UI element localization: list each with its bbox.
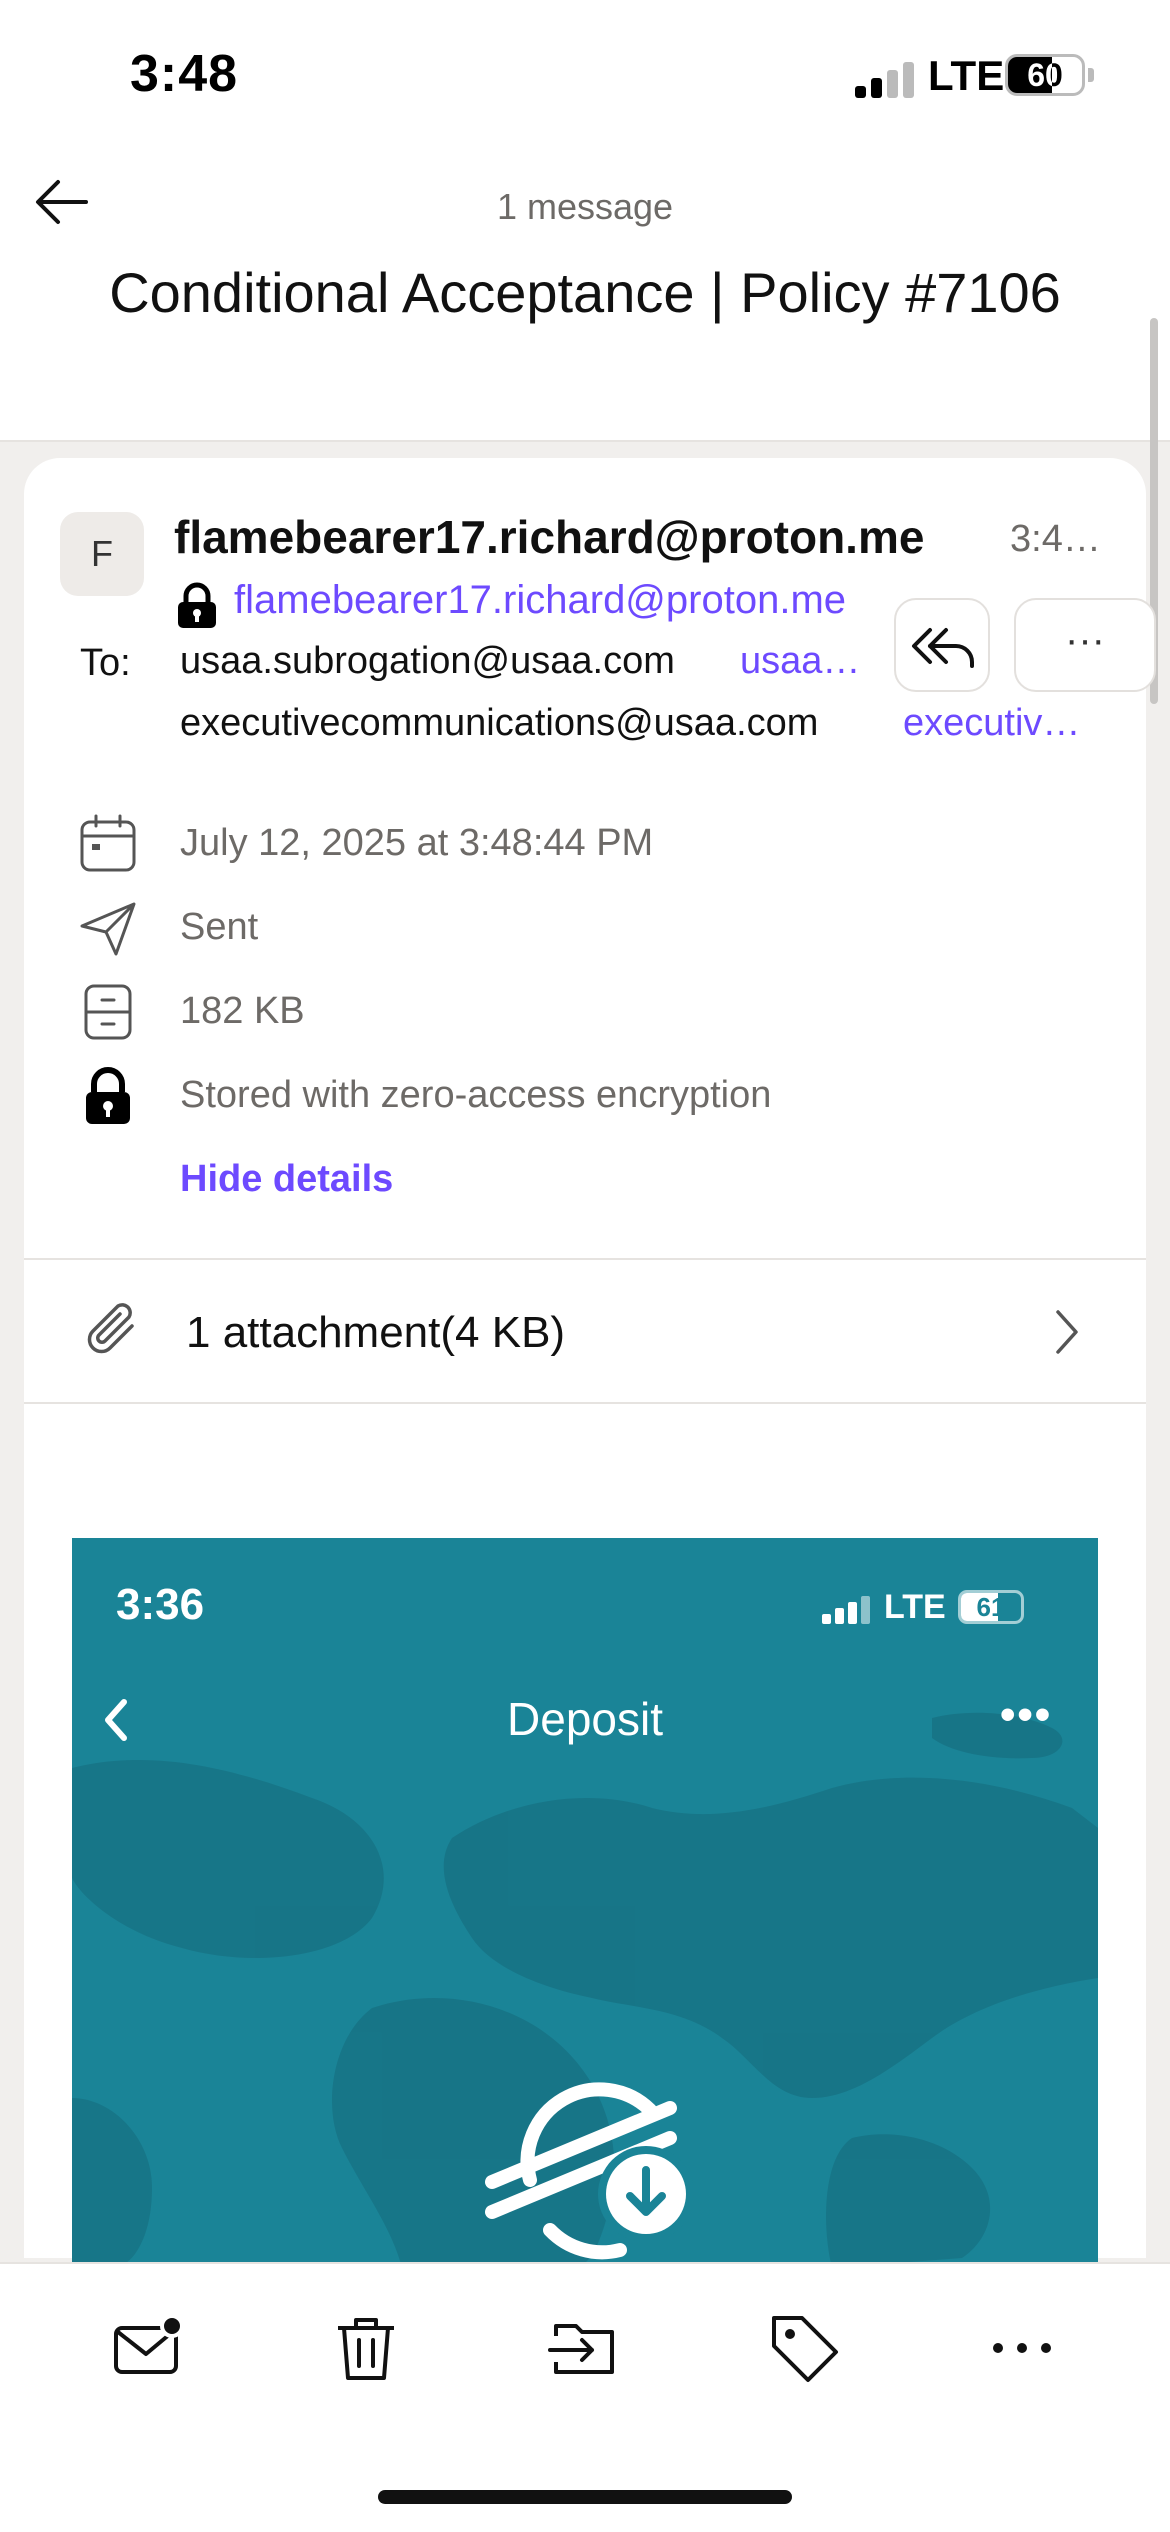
email-subject: Conditional Acceptance | Policy #7106 — [109, 261, 1061, 324]
message-size: 182 KB — [180, 990, 305, 1032]
embedded-signal-icon — [822, 1594, 870, 1624]
to-label: To: — [80, 642, 131, 684]
sent-date: July 12, 2025 at 3:48:44 PM — [180, 822, 654, 864]
label-button[interactable] — [766, 2310, 842, 2386]
reply-all-icon — [912, 628, 974, 668]
recipient-name[interactable]: executiv… — [903, 702, 1080, 745]
move-to-folder-button[interactable] — [546, 2310, 622, 2386]
send-icon — [76, 896, 140, 960]
embedded-battery-icon: 61 — [958, 1590, 1024, 1624]
trash-icon — [338, 2318, 394, 2380]
divider — [24, 1258, 1146, 1260]
embedded-status-time: 3:36 — [116, 1580, 205, 1629]
avatar[interactable]: F — [60, 512, 144, 596]
status-time: 3:48 — [130, 45, 239, 103]
recipient-address[interactable]: executivecommunications@usaa.com — [180, 702, 818, 745]
sender-name[interactable]: flamebearer17.richard@proton.me — [174, 510, 924, 564]
hide-details-link[interactable]: Hide details — [180, 1158, 393, 1201]
sender-email[interactable]: flamebearer17.richard@proton.me — [234, 578, 846, 623]
message-count: 1 message — [496, 186, 674, 227]
stellar-deposit-icon — [470, 2060, 710, 2270]
embedded-network-label: LTE — [884, 1588, 946, 1626]
battery-icon: 60 — [1005, 54, 1085, 96]
lock-icon — [76, 1064, 140, 1128]
divider — [24, 1402, 1146, 1404]
delete-button[interactable] — [328, 2310, 404, 2386]
encryption-info: Stored with zero-access encryption — [180, 1074, 772, 1116]
more-icon — [993, 2343, 1051, 2353]
embedded-battery-level: 61 — [976, 1592, 1006, 1622]
more-options-button[interactable]: ··· — [1014, 598, 1156, 692]
recipient-address[interactable]: usaa.subrogation@usaa.com — [180, 640, 675, 683]
embedded-page-title: Deposit — [507, 1693, 663, 1745]
reply-all-button[interactable] — [894, 598, 990, 692]
lock-icon — [174, 582, 220, 630]
calendar-icon — [76, 812, 140, 876]
mark-unread-button[interactable] — [110, 2310, 186, 2386]
embedded-more-icon: ••• — [1000, 1690, 1053, 1739]
recipient-name[interactable]: usaa… — [740, 640, 860, 683]
storage-icon — [76, 980, 140, 1044]
chevron-right-icon[interactable] — [1046, 1302, 1086, 1362]
battery-level: 60 — [1027, 57, 1063, 93]
signal-icon — [855, 58, 915, 98]
toolbar-more-button[interactable] — [984, 2310, 1060, 2386]
folder-label: Sent — [180, 906, 259, 948]
sender-time: 3:4… — [1010, 518, 1101, 560]
home-indicator[interactable] — [378, 2490, 792, 2504]
attachment-summary[interactable]: 1 attachment(4 KB) — [186, 1308, 565, 1358]
mark-unread-icon — [114, 2314, 184, 2374]
network-label: LTE — [928, 52, 1005, 99]
label-icon — [772, 2316, 838, 2382]
paperclip-icon — [80, 1296, 150, 1366]
move-icon — [548, 2324, 614, 2374]
battery-nub — [1088, 68, 1094, 82]
